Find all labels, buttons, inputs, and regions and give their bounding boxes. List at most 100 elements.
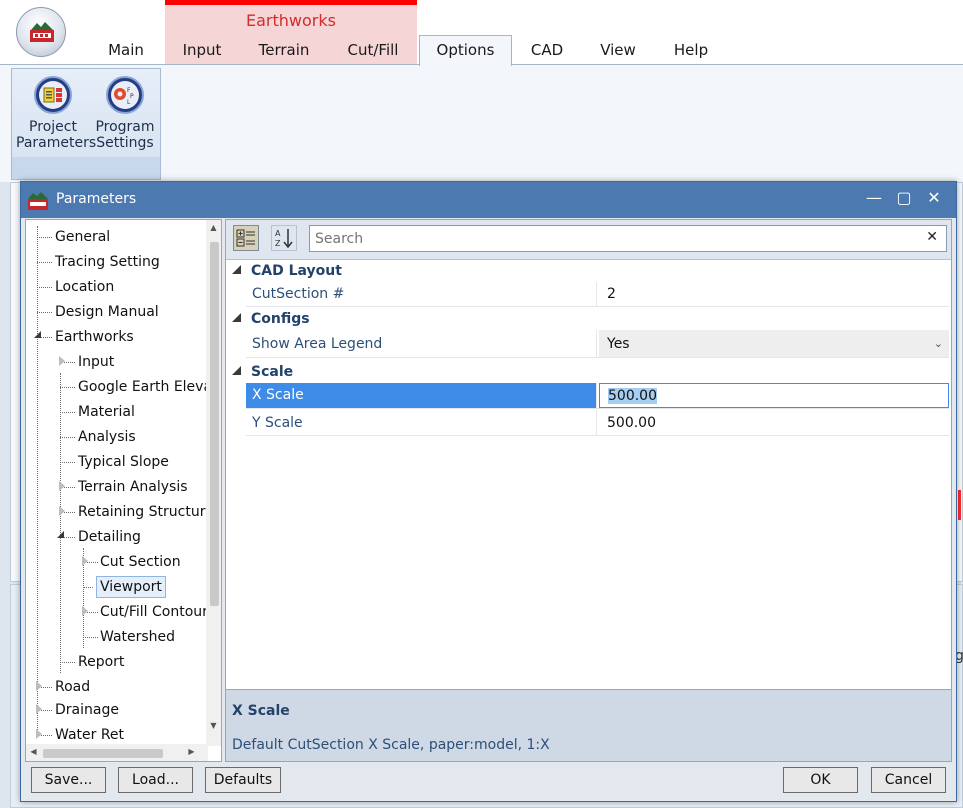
tree-item-viewport[interactable]: Viewport (96, 576, 166, 598)
cancel-button[interactable]: Cancel (871, 767, 946, 793)
property-name: X Scale (246, 383, 597, 408)
tree-item-general[interactable]: General (55, 227, 110, 249)
category-cad-layout[interactable]: CAD Layout (226, 260, 951, 282)
dialog-titlebar[interactable]: Parameters — ▢ ✕ (21, 182, 956, 218)
clear-search-icon[interactable]: ✕ (926, 229, 938, 245)
categorized-view-button[interactable] (233, 225, 259, 251)
tree-item-cut-section[interactable]: Cut Section (100, 552, 181, 574)
property-grid: A Z ✕ CAD Layout CutSection # 2 Configs (225, 219, 952, 762)
scroll-right-arrow-icon[interactable]: ▶ (186, 746, 197, 758)
workspace-marker (958, 490, 961, 520)
category-configs[interactable]: Configs (226, 308, 951, 330)
load-button[interactable]: Load... (118, 767, 193, 793)
app-menu-button[interactable] (16, 7, 66, 57)
parameters-tree[interactable]: General Tracing Setting Location Design … (25, 219, 222, 762)
tree-item-detailing[interactable]: Detailing (78, 527, 141, 549)
tab-input[interactable]: Input (171, 40, 233, 64)
tree-horizontal-scrollbar[interactable]: ◀ ▶ (26, 744, 208, 761)
tree-item-analysis[interactable]: Analysis (78, 427, 136, 449)
property-row-show-area-legend[interactable]: Show Area Legend Yes ⌄ (246, 330, 949, 358)
tab-view[interactable]: View (592, 40, 644, 64)
tree-item-report[interactable]: Report (78, 652, 124, 674)
tree-item-road[interactable]: Road (55, 677, 90, 699)
tree-item-retaining-structure[interactable]: Retaining Structure (78, 502, 214, 524)
search-input[interactable] (310, 226, 910, 251)
save-button[interactable]: Save... (31, 767, 106, 793)
maximize-button[interactable]: ▢ (893, 188, 915, 208)
tab-help[interactable]: Help (665, 40, 717, 64)
tree-horizontal-scroll-thumb[interactable] (43, 749, 163, 758)
program-settings-icon: F P L (106, 76, 144, 114)
expand-input-icon[interactable] (59, 356, 65, 366)
tree-item-drainage[interactable]: Drainage (55, 700, 119, 722)
tree-item-typical-slope[interactable]: Typical Slope (78, 452, 169, 474)
expand-water-ret-icon[interactable] (36, 729, 42, 739)
collapse-category-icon[interactable] (232, 366, 241, 375)
collapse-detailing-icon[interactable] (57, 531, 64, 538)
tab-main[interactable]: Main (98, 40, 154, 64)
context-group-label: Earthworks (246, 11, 336, 30)
property-name: Y Scale (246, 410, 597, 435)
property-value: Yes (607, 336, 630, 352)
program-settings-label-2: Settings (96, 135, 154, 151)
ribbon-header: Earthworks Main Input Terrain Cut/Fill O… (0, 0, 963, 66)
scroll-left-arrow-icon[interactable]: ◀ (28, 746, 39, 758)
tree-item-location[interactable]: Location (55, 277, 114, 299)
chevron-down-icon[interactable]: ⌄ (934, 330, 943, 358)
close-button[interactable]: ✕ (923, 188, 945, 208)
expand-cut-fill-contour-icon[interactable] (82, 606, 88, 616)
tree-item-google-earth-elevation[interactable]: Google Earth Elevat (78, 377, 218, 399)
tab-cad[interactable]: CAD (522, 40, 572, 64)
description-text: Default CutSection X Scale, paper:model,… (232, 737, 550, 753)
expand-retaining-structure-icon[interactable] (59, 506, 65, 516)
tree-item-watershed[interactable]: Watershed (100, 627, 175, 649)
property-row-x-scale[interactable]: X Scale 500.00 (246, 383, 949, 409)
collapse-earthworks-icon[interactable] (34, 331, 41, 338)
dialog-title: Parameters (56, 191, 137, 207)
tree-item-earthworks[interactable]: Earthworks (55, 327, 134, 349)
svg-text:Z: Z (275, 239, 281, 248)
project-parameters-button[interactable]: Project Parameters (16, 73, 96, 157)
context-group-accent (165, 0, 417, 5)
project-parameters-icon (34, 76, 72, 114)
tab-terrain[interactable]: Terrain (250, 40, 318, 64)
expand-drainage-icon[interactable] (36, 704, 42, 714)
alphabetical-view-button[interactable]: A Z (271, 225, 297, 251)
tree-item-cut-fill-contour[interactable]: Cut/Fill Contour (100, 602, 208, 624)
collapse-category-icon[interactable] (232, 313, 241, 322)
show-area-legend-select[interactable]: Yes ⌄ (599, 330, 949, 357)
tab-options[interactable]: Options (419, 35, 512, 66)
expand-cut-section-icon[interactable] (82, 556, 88, 566)
expand-terrain-analysis-icon[interactable] (59, 481, 65, 491)
tree-item-design-manual[interactable]: Design Manual (55, 302, 159, 324)
tree-item-input[interactable]: Input (78, 352, 114, 374)
tree-item-material[interactable]: Material (78, 402, 135, 424)
property-row-y-scale[interactable]: Y Scale 500.00 (246, 410, 949, 436)
svg-text:A: A (275, 229, 281, 238)
tree-item-tracing-setting[interactable]: Tracing Setting (55, 252, 160, 274)
project-parameters-label-2: Parameters (16, 135, 97, 151)
category-scale[interactable]: Scale (226, 361, 951, 383)
search-box: ✕ (309, 225, 947, 252)
scroll-down-arrow-icon[interactable]: ▼ (208, 720, 219, 732)
tree-vertical-scrollbar[interactable]: ▲ ▼ (206, 220, 221, 746)
program-settings-button[interactable]: F P L Program Settings (88, 73, 162, 157)
minimize-button[interactable]: — (863, 188, 885, 208)
defaults-button[interactable]: Defaults (205, 767, 281, 793)
collapse-category-icon[interactable] (232, 265, 241, 274)
property-value[interactable]: 500.00 (599, 410, 949, 435)
tree-item-terrain-analysis[interactable]: Terrain Analysis (78, 477, 188, 499)
expand-road-icon[interactable] (36, 681, 42, 691)
ribbon-group-options: Project Parameters F P L Program Setting… (11, 68, 161, 180)
property-row-cutsection[interactable]: CutSection # 2 (246, 282, 949, 307)
tree-vertical-scroll-thumb[interactable] (210, 242, 219, 606)
scroll-up-arrow-icon[interactable]: ▲ (208, 222, 219, 234)
ok-button[interactable]: OK (783, 767, 858, 793)
category-label: CAD Layout (251, 263, 342, 279)
tab-cut-fill[interactable]: Cut/Fill (337, 40, 409, 64)
svg-text:P: P (130, 93, 134, 100)
app-logo-icon (30, 22, 54, 42)
x-scale-input[interactable]: 500.00 (599, 383, 949, 408)
property-value[interactable]: 2 (599, 282, 949, 306)
project-parameters-label-1: Project (29, 119, 77, 135)
